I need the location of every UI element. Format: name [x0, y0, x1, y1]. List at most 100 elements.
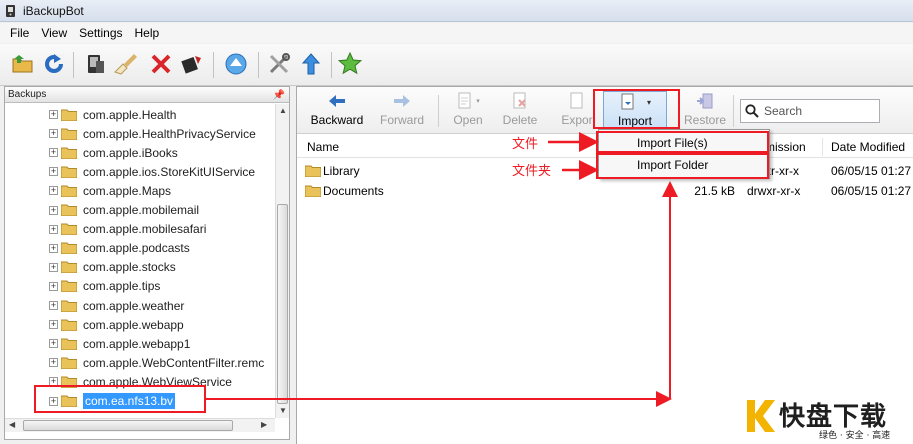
horizontal-scroll-thumb[interactable] [23, 420, 233, 431]
tree-item[interactable]: + com.apple.mobilemail [49, 201, 199, 220]
file-name: Library [323, 164, 360, 178]
tree-item-label: com.apple.Health [83, 107, 177, 122]
tree-item[interactable]: + com.apple.podcasts [49, 239, 190, 258]
expand-icon[interactable]: + [49, 205, 58, 215]
backup-device-icon[interactable] [82, 51, 108, 77]
horizontal-scrollbar[interactable]: ◀ ▶ [5, 418, 275, 432]
tree-item-label: com.apple.mobilemail [83, 203, 200, 217]
tree-item[interactable]: + com.apple.Health [49, 105, 176, 124]
restore-label: Restore [683, 113, 727, 127]
expand-icon[interactable]: + [49, 262, 58, 272]
backups-pane-title: Backups [8, 89, 47, 100]
tree-item[interactable]: + com.apple.webapp [49, 315, 184, 334]
menu-settings[interactable]: Settings [73, 26, 128, 40]
folder-icon [61, 319, 77, 331]
file-size: 21.5 kB [694, 184, 735, 198]
tree-item[interactable]: + com.apple.HealthPrivacyService [49, 124, 256, 143]
tree-item[interactable]: + com.apple.weather [49, 296, 184, 315]
search-box[interactable] [740, 99, 880, 123]
tree-item-label: com.apple.ios.StoreKitUIService [83, 164, 256, 179]
tree-item[interactable]: + com.apple.mobilesafari [49, 220, 206, 239]
expand-icon[interactable]: + [49, 129, 58, 139]
tree-item[interactable]: + com.apple.tips [49, 277, 160, 296]
menu-file[interactable]: File [4, 26, 35, 40]
delete-button[interactable]: Delete [499, 91, 541, 131]
expand-icon[interactable]: + [49, 224, 58, 234]
export-button[interactable]: Expor [557, 91, 597, 131]
folder-icon [61, 185, 77, 197]
menu-view[interactable]: View [35, 26, 73, 40]
restore-button[interactable]: Restore [681, 91, 729, 131]
scroll-right-icon[interactable]: ▶ [261, 420, 267, 429]
scroll-left-icon[interactable]: ◀ [9, 420, 15, 429]
annotation-folder-label: 文件夹 [512, 164, 552, 179]
file-row[interactable]: Documents 21.5 kB drwxr-xr-x 06/05/15 01… [297, 181, 913, 201]
forward-button[interactable]: Forward [375, 91, 429, 131]
favorite-star-icon[interactable] [337, 51, 363, 77]
up-arrow-icon[interactable] [298, 51, 324, 77]
delete-x-icon[interactable] [148, 51, 174, 77]
folder-icon [61, 261, 77, 274]
tree-item-label: com.apple.iBooks [83, 145, 178, 160]
tree-item-label: com.apple.HealthPrivacyService [83, 126, 256, 141]
expand-icon[interactable]: + [49, 281, 58, 291]
annotation-box-import-files [596, 131, 769, 153]
expand-icon[interactable]: + [49, 186, 58, 196]
app-icon [6, 4, 15, 17]
column-date-modified[interactable]: Date Modified [825, 136, 913, 158]
tools-icon[interactable] [266, 51, 292, 77]
upload-circle-icon[interactable] [223, 51, 249, 77]
annotation-file-label: 文件 [512, 137, 539, 152]
tree-item-label: com.apple.stocks [83, 260, 176, 275]
tree-item[interactable]: + com.apple.webapp1 [49, 334, 190, 353]
annotation-box-import-folder [596, 153, 769, 179]
folder-icon [61, 128, 77, 140]
edit-tool-icon[interactable] [179, 51, 205, 77]
tree-item[interactable]: + com.apple.ios.StoreKitUIService [49, 162, 255, 181]
vertical-scroll-thumb[interactable] [277, 204, 288, 404]
scroll-down-icon[interactable]: ▼ [279, 406, 287, 415]
expand-icon[interactable]: + [49, 167, 58, 177]
menu-help[interactable]: Help [129, 26, 166, 40]
title-bar: iBackupBot [0, 0, 913, 22]
file-permission: xr-xr-x [765, 164, 799, 178]
expand-icon[interactable]: + [49, 320, 58, 330]
forward-label: Forward [379, 113, 424, 127]
column-name[interactable]: Name [301, 136, 501, 158]
expand-icon[interactable]: + [49, 339, 58, 349]
backward-button[interactable]: Backward [307, 91, 367, 131]
expand-icon[interactable]: + [49, 358, 58, 368]
delete-label: Delete [502, 113, 538, 127]
brand-k-icon [747, 400, 775, 432]
watermark-logo: 快盘下载 绿色 · 安全 · 高速 [745, 396, 913, 444]
open-button[interactable]: ▾ Open [447, 91, 489, 131]
open-backup-icon[interactable] [10, 51, 36, 77]
vertical-scrollbar[interactable]: ▲ ▼ [275, 104, 289, 418]
expand-icon[interactable]: + [49, 243, 58, 253]
tree-item[interactable]: + com.apple.Maps [49, 181, 171, 200]
refresh-icon[interactable] [41, 51, 67, 77]
scroll-up-icon[interactable]: ▲ [279, 106, 287, 115]
backups-tree: + com.apple.Health + com.apple.HealthPrivac… [5, 104, 275, 418]
clean-brush-icon[interactable] [113, 51, 139, 77]
tree-item[interactable]: + com.apple.WebContentFilter.remc [49, 353, 264, 372]
expand-icon[interactable]: + [49, 148, 58, 158]
folder-icon [61, 357, 77, 369]
tree-item[interactable]: + com.apple.iBooks [49, 143, 178, 162]
file-date: 06/05/15 01:27 [831, 164, 912, 178]
expand-icon[interactable]: + [49, 110, 58, 119]
folder-icon [61, 147, 77, 159]
tree-item[interactable]: + com.apple.stocks [49, 258, 176, 277]
open-label: Open [453, 113, 483, 127]
folder-icon [61, 280, 77, 293]
export-label: Expor [561, 113, 593, 127]
search-input[interactable] [764, 104, 874, 118]
tree-item-label: com.apple.Maps [83, 183, 172, 198]
tree-item-label: com.apple.mobilesafari [83, 222, 207, 237]
tree-item-label: com.apple.webapp [83, 317, 184, 332]
expand-icon[interactable]: + [49, 301, 58, 310]
pin-icon[interactable]: 📌 [273, 88, 285, 103]
folder-icon [61, 223, 77, 236]
tree-item-label: com.apple.webapp1 [83, 336, 191, 351]
file-permission: drwxr-xr-x [747, 184, 801, 198]
